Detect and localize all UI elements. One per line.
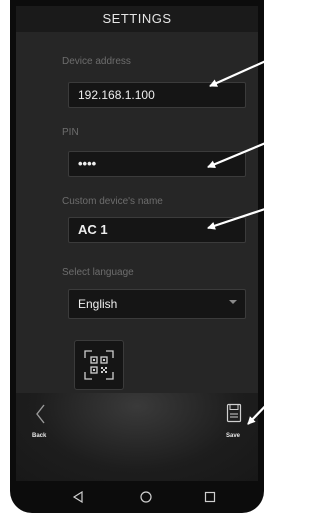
page-title: SETTINGS: [102, 11, 172, 26]
square-recents-icon[interactable]: [204, 491, 216, 503]
phone-frame: SETTINGS Device address 192.168.1.100 PI…: [10, 0, 264, 513]
save-document-icon: [226, 403, 242, 423]
bottom-action-bar: Back Save: [16, 393, 258, 481]
back-button[interactable]: Back: [30, 403, 60, 445]
settings-screen: SETTINGS Device address 192.168.1.100 PI…: [16, 6, 258, 481]
device-name-input[interactable]: AC 1: [68, 217, 246, 243]
save-label: Save: [226, 433, 241, 439]
triangle-back-icon[interactable]: [72, 491, 84, 503]
language-select[interactable]: English: [68, 289, 246, 319]
language-selected-value: English: [78, 297, 118, 311]
title-bar: SETTINGS: [16, 6, 258, 32]
chevron-down-icon: [229, 300, 237, 304]
android-navigation-bar: [10, 481, 264, 513]
qr-code-icon: [84, 350, 114, 380]
chevron-left-icon: [36, 404, 45, 424]
language-label: Select language: [62, 267, 134, 278]
circle-home-icon[interactable]: [140, 491, 152, 503]
device-name-label: Custom device's name: [62, 196, 163, 207]
back-label: Back: [32, 433, 47, 439]
device-address-input[interactable]: 192.168.1.100: [68, 82, 246, 108]
pin-input[interactable]: ••••: [68, 151, 246, 177]
device-address-label: Device address: [62, 56, 131, 67]
save-button[interactable]: Save: [220, 403, 250, 445]
pin-label: PIN: [62, 127, 79, 138]
qr-scan-button[interactable]: [74, 340, 124, 390]
